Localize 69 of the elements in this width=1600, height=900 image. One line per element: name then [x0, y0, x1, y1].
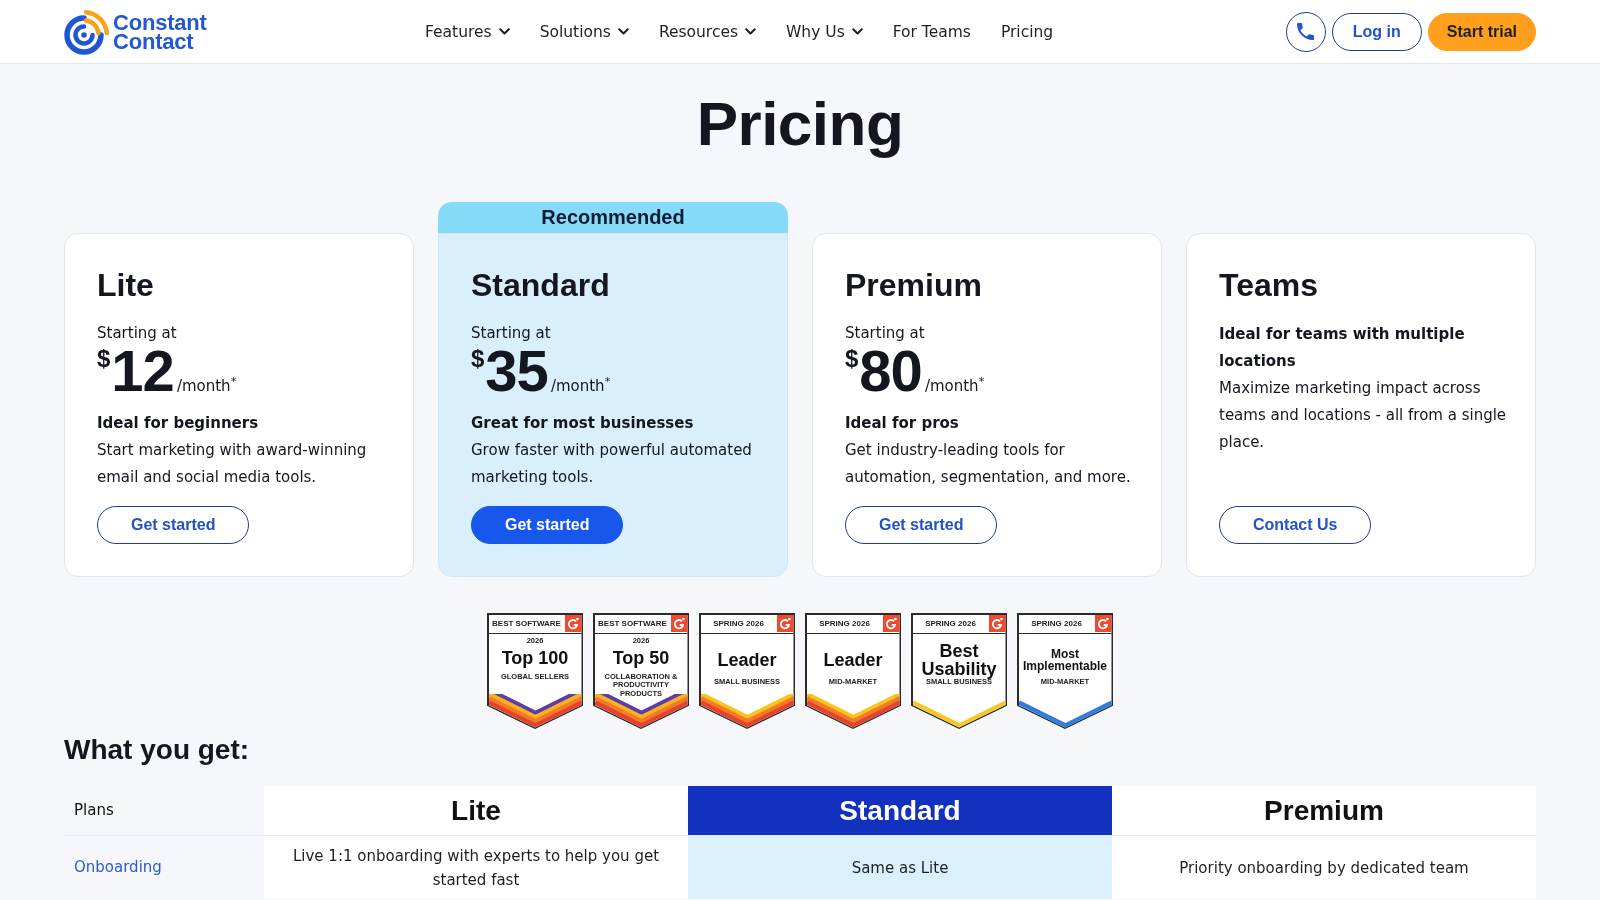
plan-cta-button[interactable]: Get started: [97, 506, 250, 544]
plan-description: Grow faster with powerful automated marketing tools.: [471, 440, 753, 488]
stripes-icon: [806, 693, 900, 728]
phone-icon: [1297, 23, 1315, 40]
stripes-icon: [700, 693, 794, 728]
plan-name: Standard: [471, 266, 610, 304]
table-cell: Priority onboarding by dedicated team: [1112, 836, 1536, 899]
badge-title: Leader: [716, 651, 778, 670]
start-trial-button[interactable]: Start trial: [1427, 12, 1536, 51]
nav-link[interactable]: For Teams: [892, 21, 971, 42]
login-button[interactable]: Log in: [1331, 12, 1422, 51]
stripes-icon: [488, 693, 582, 728]
brand-logo[interactable]: Constant Contact: [64, 8, 214, 55]
price-intro: Starting at: [471, 323, 551, 344]
plan-name: Premium: [845, 266, 982, 304]
badge-title: Most Implementable: [1022, 649, 1108, 672]
plan-description: Get industry-leading tools for automation, segmentation, and more.: [845, 440, 1132, 488]
chevron-down-icon: [498, 28, 510, 35]
page-title: Pricing: [695, 88, 905, 160]
badge-label: SPRING 2026: [924, 617, 977, 630]
plan-name: Teams: [1219, 266, 1318, 304]
feature-link[interactable]: Onboarding: [74, 856, 162, 879]
badge-label: BEST SOFTWARE: [491, 617, 562, 630]
plan-tagline: Ideal for teams with multiple locations: [1219, 324, 1466, 372]
chevron-down-icon: [617, 28, 629, 35]
price-period: /month$^{*}$: [924, 376, 985, 396]
column-header: Premium: [1112, 786, 1536, 836]
logo-icon: [64, 8, 110, 55]
badge-label: SPRING 2026: [712, 617, 765, 630]
price-period: /month$^{*}$: [550, 376, 611, 396]
nav-link[interactable]: Pricing: [1000, 21, 1054, 42]
badge-title: Best Usability: [920, 643, 998, 678]
plan-tagline: Great for most businesses: [471, 413, 694, 434]
plan-cta-button[interactable]: Get started: [845, 506, 998, 544]
chevron-down-icon: [745, 28, 757, 35]
plan-cta-button[interactable]: Contact Us: [1219, 506, 1372, 544]
price-period: /month$^{*}$: [176, 376, 237, 396]
plan-description: Start marketing with award-winning email and social media tools.: [97, 440, 368, 488]
price-intro: Starting at: [845, 323, 925, 344]
plan-tagline: Ideal for pros: [845, 413, 959, 434]
nav-link[interactable]: Features: [425, 21, 510, 42]
plan-cta-button[interactable]: Get started: [471, 506, 624, 544]
badge-label: SPRING 2026: [1030, 617, 1083, 630]
plan-name: Lite: [97, 266, 154, 304]
price-amount: 35: [485, 344, 548, 398]
badge-title: Top 50: [611, 649, 671, 668]
column-header: Standard: [688, 786, 1112, 836]
table-cell: Same as Lite: [688, 836, 1112, 899]
price-intro: Starting at: [97, 323, 177, 344]
badge-label: SPRING 2026: [818, 617, 871, 630]
currency-symbol: $: [845, 344, 859, 374]
badge-title: Top 100: [500, 649, 570, 668]
currency-symbol: $: [471, 344, 485, 374]
price-amount: 12: [111, 344, 174, 398]
chevron-down-icon: [851, 28, 863, 35]
badge-title: Leader: [822, 651, 884, 670]
price-amount: 80: [859, 344, 922, 398]
nav-link[interactable]: Why Us: [786, 21, 863, 42]
table-cell: Live 1:1 onboarding with experts to help you get started fast: [264, 836, 688, 899]
plan-tagline: Ideal for beginners: [97, 413, 259, 434]
plan-description: Maximize marketing impact across teams and locations - all from a single place.: [1219, 378, 1508, 453]
nav-link[interactable]: Solutions: [539, 21, 629, 42]
badge-label: BEST SOFTWARE: [597, 617, 668, 630]
recommended-ribbon: Recommended: [438, 202, 788, 233]
nav-link[interactable]: Resources: [658, 21, 757, 42]
stripes-icon: [594, 693, 688, 728]
section-heading: What you get:: [64, 733, 251, 767]
currency-symbol: $: [97, 344, 111, 374]
column-header: Lite: [264, 786, 688, 836]
